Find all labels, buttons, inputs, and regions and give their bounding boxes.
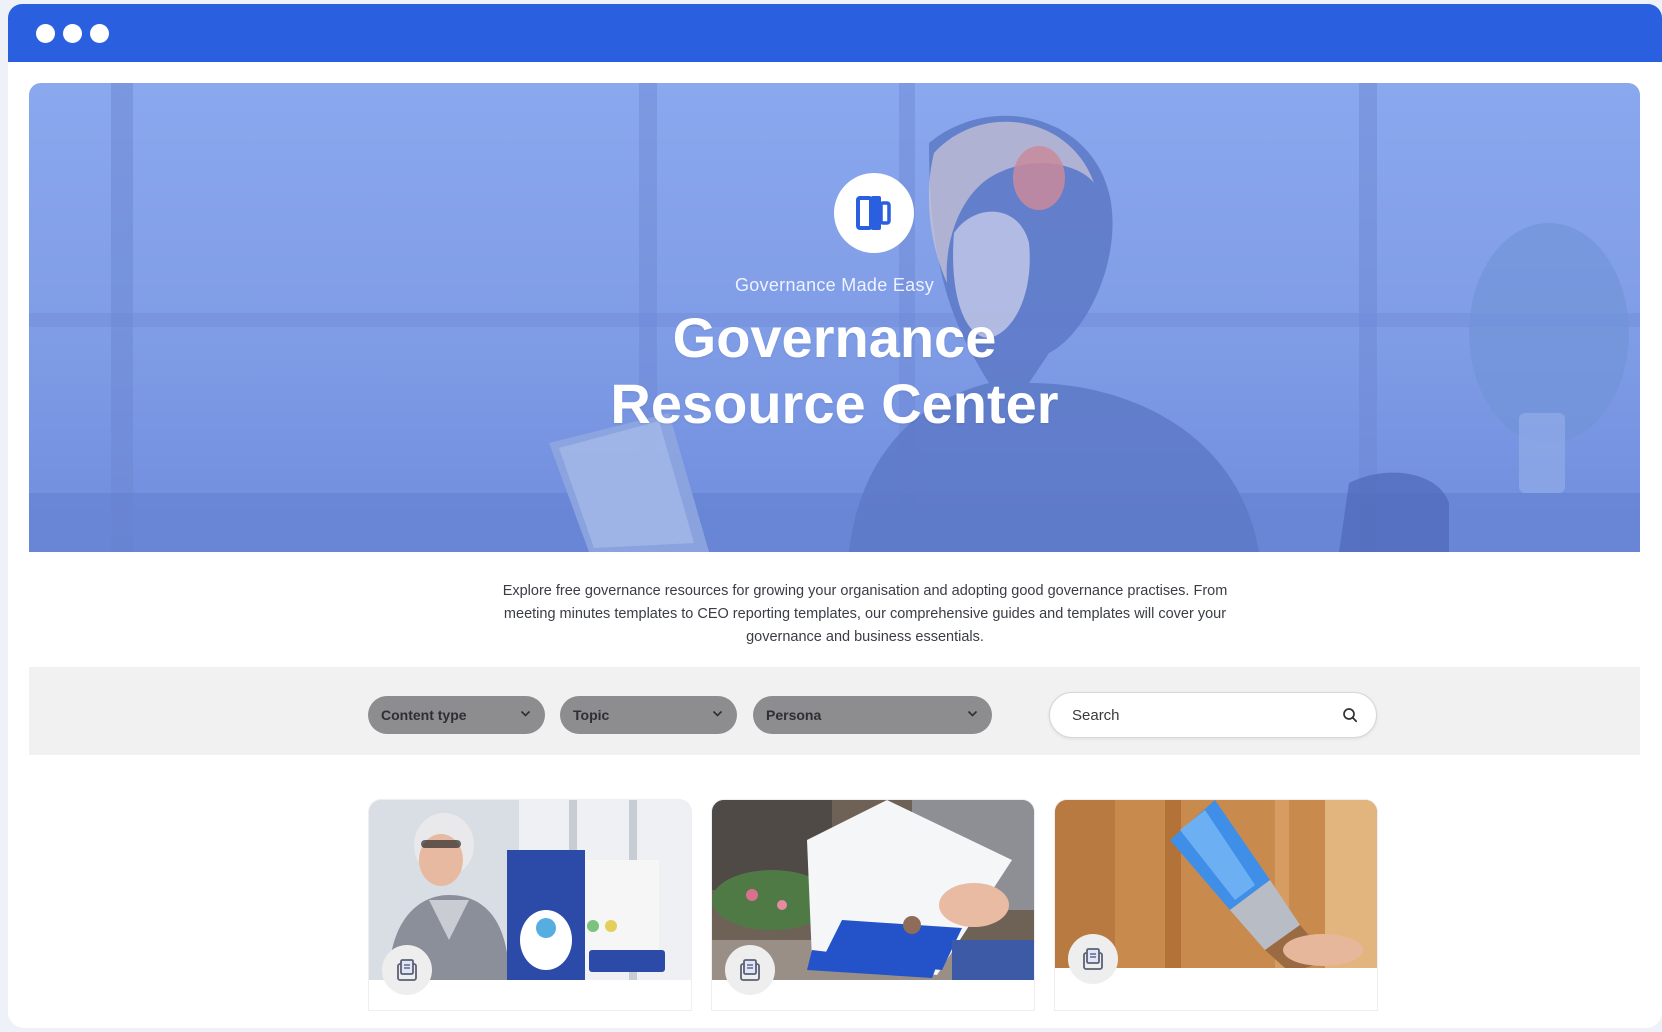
persona-select-label: Persona [766,707,822,723]
content-type-select[interactable]: Content type [368,696,545,734]
page-title-line-1: Governance [672,306,997,369]
window-close-dot[interactable] [36,23,55,43]
boardpro-logo-icon [856,196,891,230]
content-type-badge [382,945,432,995]
window-titlebar [8,4,1662,62]
chevron-down-icon [712,710,723,717]
document-stack-icon [397,959,417,981]
content-type-select-label: Content type [381,707,467,723]
resource-card[interactable] [1055,800,1377,1010]
hero-eyebrow: Governance Made Easy [734,275,935,295]
topic-select[interactable]: Topic [560,696,737,734]
chevron-down-icon [967,710,978,717]
topic-select-label: Topic [573,707,610,723]
page-title: Governance Resource Center [29,305,1640,437]
window-minimize-dot[interactable] [63,23,82,43]
filter-bar: Content type Topic Persona [29,667,1640,755]
logo-badge [834,173,914,253]
resource-card[interactable] [369,800,691,1010]
search-box [1049,692,1377,738]
content-type-badge [1068,934,1118,984]
search-icon[interactable] [1342,707,1358,723]
persona-select[interactable]: Persona [753,696,992,734]
document-stack-icon [740,959,760,981]
chevron-down-icon [520,710,531,717]
content-type-badge [725,945,775,995]
resource-card[interactable] [712,800,1034,1010]
intro-text: Explore free governance resources for gr… [502,583,1228,645]
window-maximize-dot[interactable] [90,23,109,43]
page-title-line-2: Resource Center [610,372,1059,435]
hero-banner: Governance Made Easy Governance Resource… [29,83,1640,552]
document-stack-icon [1083,948,1103,970]
search-input[interactable] [1070,705,1342,725]
